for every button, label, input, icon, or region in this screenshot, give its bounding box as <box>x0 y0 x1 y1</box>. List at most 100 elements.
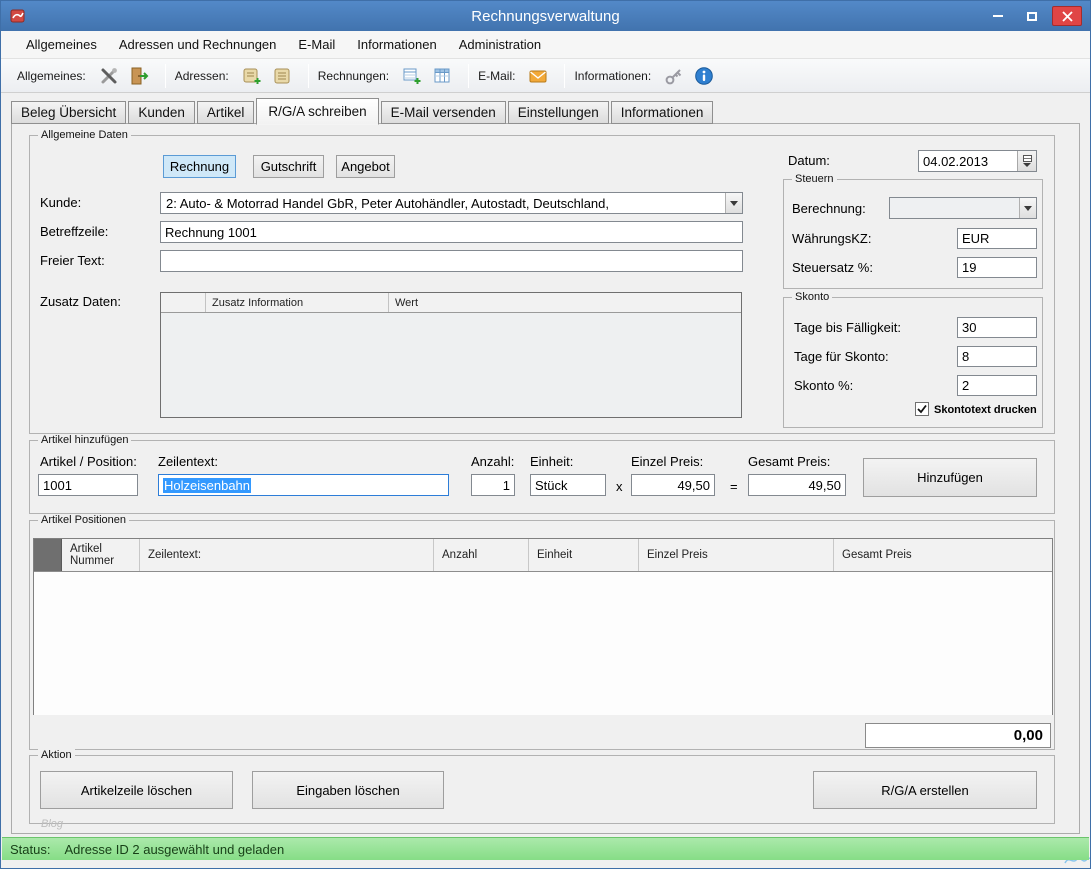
equals-symbol: = <box>730 479 738 494</box>
tage-bis-faelligkeit-label: Tage bis Fälligkeit: <box>794 320 901 335</box>
gesamtpreis-input[interactable] <box>748 474 846 496</box>
toolbar-label-email: E-Mail: <box>478 69 515 83</box>
freier-text-input[interactable] <box>160 250 743 272</box>
col-anzahl[interactable]: Anzahl <box>434 539 529 571</box>
toolbar-label-rechnungen: Rechnungen: <box>318 69 389 83</box>
rga-erstellen-button[interactable]: R/G/A erstellen <box>813 771 1037 809</box>
tage-fuer-skonto-input[interactable] <box>957 346 1037 367</box>
menu-informationen[interactable]: Informationen <box>346 32 448 57</box>
multiply-symbol: x <box>616 479 623 494</box>
toolbar-separator <box>308 64 309 88</box>
col-row-selector[interactable] <box>34 539 62 571</box>
key-button[interactable] <box>661 63 687 89</box>
address-book-button[interactable] <box>269 63 295 89</box>
window-controls <box>984 6 1082 26</box>
gutschrift-button[interactable]: Gutschrift <box>253 155 324 178</box>
zeilentext-input[interactable]: Holzeisenbahn <box>158 474 449 496</box>
toolbar-separator <box>165 64 166 88</box>
tab-kunden[interactable]: Kunden <box>128 101 195 124</box>
exit-button[interactable] <box>126 63 152 89</box>
zusatz-daten-table: Zusatz Information Wert <box>160 292 742 418</box>
zusatz-col-selector[interactable] <box>161 293 206 312</box>
eingaben-loeschen-button[interactable]: Eingaben löschen <box>252 771 444 809</box>
artikel-position-label: Artikel / Position: <box>40 454 137 469</box>
steuersatz-input[interactable] <box>957 257 1037 278</box>
title-bar: Rechnungsverwaltung <box>1 1 1090 31</box>
invoice-list-icon <box>432 66 452 86</box>
waehrungskz-input[interactable] <box>957 228 1037 249</box>
artikel-hinzufuegen-group: Artikel hinzufügen Artikel / Position: Z… <box>29 440 1055 514</box>
kunde-select[interactable]: 2: Auto- & Motorrad Handel GbR, Peter Au… <box>160 192 743 214</box>
allgemeine-daten-group: Allgemeine Daten Rechnung Gutschrift Ang… <box>29 135 1055 434</box>
col-einheit[interactable]: Einheit <box>529 539 639 571</box>
betreffzeile-label: Betreffzeile: <box>40 224 108 239</box>
berechnung-label: Berechnung: <box>792 201 866 216</box>
chevron-down-icon <box>725 193 742 213</box>
einheit-input[interactable] <box>530 474 606 496</box>
artikelzeile-loeschen-button[interactable]: Artikelzeile löschen <box>40 771 233 809</box>
watermark-text: Blog <box>41 818 63 830</box>
datum-value: 04.02.2013 <box>923 154 1017 169</box>
skonto-prozent-input[interactable] <box>957 375 1037 396</box>
zusatz-col-wert[interactable]: Wert <box>389 293 741 312</box>
anzahl-input[interactable] <box>471 474 515 496</box>
invoice-add-button[interactable] <box>399 63 425 89</box>
artikel-position-input[interactable] <box>38 474 138 496</box>
zusatz-col-information[interactable]: Zusatz Information <box>206 293 389 312</box>
kunde-label: Kunde: <box>40 195 81 210</box>
artikel-positionen-table-header: Artikel Nummer Zeilentext: Anzahl Einhei… <box>34 539 1052 572</box>
rechnung-button[interactable]: Rechnung <box>163 155 236 178</box>
menu-email[interactable]: E-Mail <box>287 32 346 57</box>
maximize-button[interactable] <box>1018 6 1046 26</box>
toolbar-separator <box>468 64 469 88</box>
key-icon <box>664 66 684 86</box>
address-add-button[interactable] <box>239 63 265 89</box>
tab-email-versenden[interactable]: E-Mail versenden <box>381 101 506 124</box>
gesamtpreis-label: Gesamt Preis: <box>748 454 830 469</box>
info-button[interactable] <box>691 63 717 89</box>
betreffzeile-input[interactable] <box>160 221 743 243</box>
address-add-icon <box>242 66 262 86</box>
menu-allgemeines[interactable]: Allgemeines <box>15 32 108 57</box>
tage-fuer-skonto-label: Tage für Skonto: <box>794 349 889 364</box>
skonto-group: Skonto Tage bis Fälligkeit: Tage für Sko… <box>783 297 1043 428</box>
col-zeilentext[interactable]: Zeilentext: <box>140 539 434 571</box>
toolbar-label-allgemeines: Allgemeines: <box>17 69 86 83</box>
einzelpreis-input[interactable] <box>631 474 715 496</box>
tab-rga-schreiben[interactable]: R/G/A schreiben <box>256 98 378 125</box>
tage-bis-faelligkeit-input[interactable] <box>957 317 1037 338</box>
tools-button[interactable] <box>96 63 122 89</box>
close-icon <box>1062 11 1073 22</box>
calendar-dropdown-button[interactable] <box>1017 151 1036 171</box>
hinzufuegen-button[interactable]: Hinzufügen <box>863 458 1037 497</box>
tab-beleg-uebersicht[interactable]: Beleg Übersicht <box>11 101 126 124</box>
menu-adressen-und-rechnungen[interactable]: Adressen und Rechnungen <box>108 32 288 57</box>
berechnung-select[interactable] <box>889 197 1037 219</box>
artikel-positionen-table-body[interactable] <box>34 572 1052 715</box>
chevron-down-icon <box>1023 163 1031 167</box>
toolbar-separator <box>564 64 565 88</box>
email-button[interactable] <box>525 63 551 89</box>
col-einzel-preis[interactable]: Einzel Preis <box>639 539 834 571</box>
col-artikel-nummer[interactable]: Artikel Nummer <box>62 539 140 571</box>
einzelpreis-label: Einzel Preis: <box>631 454 703 469</box>
close-button[interactable] <box>1052 6 1082 26</box>
tab-informationen[interactable]: Informationen <box>611 101 714 124</box>
tab-artikel[interactable]: Artikel <box>197 101 255 124</box>
invoice-list-button[interactable] <box>429 63 455 89</box>
skontotext-drucken-checkbox[interactable] <box>915 402 929 416</box>
email-icon <box>528 66 548 86</box>
steuersatz-label: Steuersatz %: <box>792 260 873 275</box>
toolbar-label-informationen: Informationen: <box>574 69 651 83</box>
menu-administration[interactable]: Administration <box>448 32 552 57</box>
calendar-icon <box>1023 155 1032 162</box>
tab-einstellungen[interactable]: Einstellungen <box>508 101 609 124</box>
angebot-button[interactable]: Angebot <box>336 155 395 178</box>
minimize-button[interactable] <box>984 6 1012 26</box>
menu-bar: Allgemeines Adressen und Rechnungen E-Ma… <box>1 31 1090 59</box>
col-gesamt-preis[interactable]: Gesamt Preis <box>834 539 1052 571</box>
datum-picker[interactable]: 04.02.2013 <box>918 150 1037 172</box>
maximize-icon <box>1027 12 1037 21</box>
check-icon <box>917 404 927 414</box>
selected-text: Holzeisenbahn <box>163 478 251 493</box>
